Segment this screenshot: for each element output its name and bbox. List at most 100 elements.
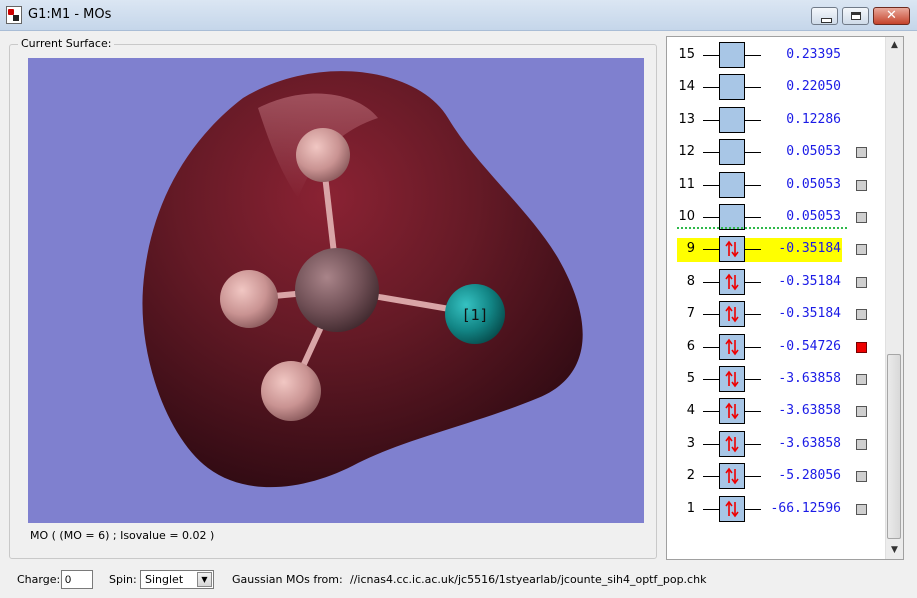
mo-list-panel[interactable]: 15 0.23395 14 0.22050 13 0.12286 12 0.05053 11 0.…: [666, 36, 904, 560]
orbital-level-box[interactable]: [719, 236, 745, 263]
spin-label: Spin:: [109, 573, 137, 586]
orbital-number: 4: [686, 403, 695, 419]
source-path: //icnas4.cc.ic.ac.uk/jc5516/1styearlab/j…: [350, 573, 707, 586]
level-line: [745, 184, 761, 186]
orbital-row[interactable]: 3 -3.63858: [667, 429, 887, 459]
orbital-row[interactable]: 5 -3.63858: [667, 364, 887, 394]
orbital-row[interactable]: 8 -0.35184: [667, 267, 887, 297]
orbital-row[interactable]: 6 -0.54726: [667, 332, 887, 362]
orbital-row[interactable]: 15 0.23395: [667, 40, 887, 70]
level-line: [703, 346, 719, 348]
orbital-checkbox[interactable]: [856, 406, 867, 418]
orbital-row[interactable]: 14 0.22050: [667, 72, 887, 102]
orbital-checkbox[interactable]: [856, 244, 867, 256]
molecule-render: [1]: [142, 71, 583, 488]
orbital-energy: 0.05053: [786, 209, 841, 224]
silicon-atom: [295, 248, 379, 332]
level-line: [703, 411, 719, 413]
charge-input[interactable]: [61, 570, 93, 589]
level-line: [703, 119, 719, 121]
orbital-energy: -3.63858: [778, 435, 841, 451]
level-line: [745, 314, 761, 316]
level-line: [745, 152, 761, 154]
orbital-number: 15: [678, 47, 695, 62]
orbital-level-box[interactable]: [719, 268, 745, 295]
orbital-checkbox[interactable]: [856, 179, 867, 191]
orbital-checkbox[interactable]: [856, 471, 867, 483]
homo-lumo-divider: [677, 227, 847, 229]
level-line: [745, 476, 761, 478]
orbital-checkbox[interactable]: [856, 309, 867, 321]
scroll-up-icon[interactable]: ▲: [886, 37, 903, 54]
molecule-viewport[interactable]: [1]: [28, 58, 644, 523]
level-line: [745, 346, 761, 348]
level-line: [703, 249, 719, 251]
orbital-level-box[interactable]: [719, 398, 745, 425]
orbital-row[interactable]: 2 -5.28056: [667, 461, 887, 491]
hydrogen-atom: [296, 128, 350, 182]
orbital-energy: 0.12286: [786, 111, 841, 127]
level-line: [703, 152, 719, 154]
hydrogen-atom: [261, 361, 321, 421]
orbital-number: 10: [678, 209, 695, 224]
orbital-level-box[interactable]: [719, 42, 745, 68]
title-bar: G1:M1 - MOs ✕: [0, 0, 917, 31]
orbital-number: 14: [678, 79, 695, 95]
level-line: [703, 217, 719, 218]
level-line: [703, 55, 719, 56]
orbital-energy: 0.05053: [786, 176, 841, 192]
level-line: [745, 281, 761, 283]
orbital-checkbox[interactable]: [856, 276, 867, 288]
orbital-row[interactable]: 12 0.05053: [667, 137, 887, 167]
scroll-thumb[interactable]: [887, 354, 901, 539]
orbital-level-box[interactable]: [719, 495, 745, 522]
orbital-level-box[interactable]: [719, 171, 745, 198]
orbital-level-box[interactable]: [719, 430, 745, 457]
orbital-row[interactable]: 1 -66.12596: [667, 494, 887, 524]
orbital-level-box[interactable]: [719, 366, 745, 392]
orbital-level-box[interactable]: [719, 463, 745, 490]
orbital-number: 7: [686, 306, 695, 322]
level-line: [703, 379, 719, 380]
orbital-checkbox[interactable]: [856, 503, 867, 515]
electron-pair-icon: [725, 403, 739, 420]
orbital-energy: 0.05053: [786, 144, 841, 160]
spin-select[interactable]: Singlet ▼: [140, 570, 214, 589]
maximize-button[interactable]: [842, 7, 869, 25]
orbital-number: 2: [686, 468, 695, 484]
orbital-checkbox[interactable]: [856, 147, 867, 159]
orbital-energy: 0.22050: [786, 79, 841, 95]
close-icon: ✕: [886, 8, 897, 23]
vertical-scrollbar[interactable]: ▲ ▼: [885, 37, 903, 559]
orbital-level-box[interactable]: [719, 333, 745, 360]
orbital-row[interactable]: 9 -0.35184: [667, 234, 887, 264]
orbital-level-box[interactable]: [719, 106, 745, 133]
dropdown-arrow-icon[interactable]: ▼: [197, 572, 212, 587]
orbital-checkbox[interactable]: [856, 374, 867, 385]
orbital-checkbox[interactable]: [856, 212, 867, 223]
close-button[interactable]: ✕: [873, 7, 910, 25]
level-line: [703, 281, 719, 283]
window-title: G1:M1 - MOs: [28, 7, 112, 22]
orbital-level-box[interactable]: [719, 74, 745, 101]
orbital-number: 5: [686, 371, 695, 386]
selected-orbital-checkbox[interactable]: [856, 341, 867, 353]
electron-pair-icon: [725, 435, 739, 453]
level-line: [745, 217, 761, 218]
level-line: [745, 443, 761, 445]
minimize-button[interactable]: [811, 7, 838, 25]
orbital-row[interactable]: 13 0.12286: [667, 105, 887, 135]
level-line: [745, 508, 761, 510]
orbital-level-box[interactable]: [719, 301, 745, 328]
orbital-row[interactable]: 7 -0.35184: [667, 299, 887, 329]
orbital-number: 9: [686, 241, 695, 257]
hydrogen-atom: [220, 270, 278, 328]
orbital-energy: -3.63858: [778, 403, 841, 419]
orbital-checkbox[interactable]: [856, 438, 867, 450]
electron-pair-icon: [725, 273, 739, 291]
scroll-down-icon[interactable]: ▼: [886, 542, 903, 559]
orbital-row[interactable]: 4 -3.63858: [667, 396, 887, 426]
orbital-level-box[interactable]: [719, 139, 745, 166]
orbital-row[interactable]: 11 0.05053: [667, 170, 887, 200]
spin-value: Singlet: [145, 573, 184, 586]
